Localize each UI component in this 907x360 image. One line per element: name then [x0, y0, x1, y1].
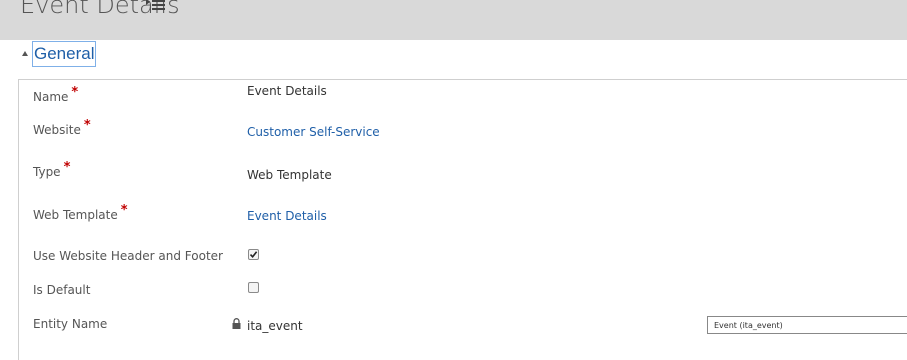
- use-header-footer-checkbox[interactable]: [248, 249, 259, 260]
- page-header: Event Details: [0, 0, 907, 40]
- name-label: Name *: [33, 85, 78, 105]
- triangle-up-icon[interactable]: [22, 51, 28, 56]
- web-template-label: Web Template *: [33, 203, 128, 223]
- lock-icon: [232, 318, 241, 329]
- website-link[interactable]: Customer Self-Service: [247, 125, 380, 139]
- web-template-link[interactable]: Event Details: [247, 209, 327, 223]
- entity-lookup-field[interactable]: Event (ita_event): [707, 316, 907, 334]
- entity-name-value: ita_event: [247, 319, 303, 333]
- use-header-footer-label: Use Website Header and Footer: [33, 249, 223, 263]
- type-value[interactable]: Web Template: [247, 168, 332, 182]
- type-label-text: Type: [33, 165, 61, 179]
- name-value[interactable]: Event Details: [247, 84, 327, 98]
- entity-name-label: Entity Name: [33, 317, 108, 331]
- required-indicator: *: [63, 160, 71, 175]
- section-header: [0, 40, 907, 80]
- required-indicator: *: [120, 203, 128, 218]
- website-label-text: Website: [33, 123, 81, 137]
- section-title-general[interactable]: General: [32, 41, 97, 67]
- website-label: Website *: [33, 118, 91, 138]
- required-indicator: *: [83, 118, 91, 133]
- checkmark-icon: [249, 251, 258, 259]
- required-indicator: *: [71, 85, 79, 100]
- is-default-checkbox[interactable]: [248, 282, 259, 293]
- web-template-label-text: Web Template: [33, 208, 118, 222]
- list-menu-icon[interactable]: [146, 0, 166, 13]
- name-label-text: Name: [33, 90, 69, 104]
- type-label: Type *: [33, 160, 70, 180]
- is-default-label: Is Default: [33, 283, 91, 297]
